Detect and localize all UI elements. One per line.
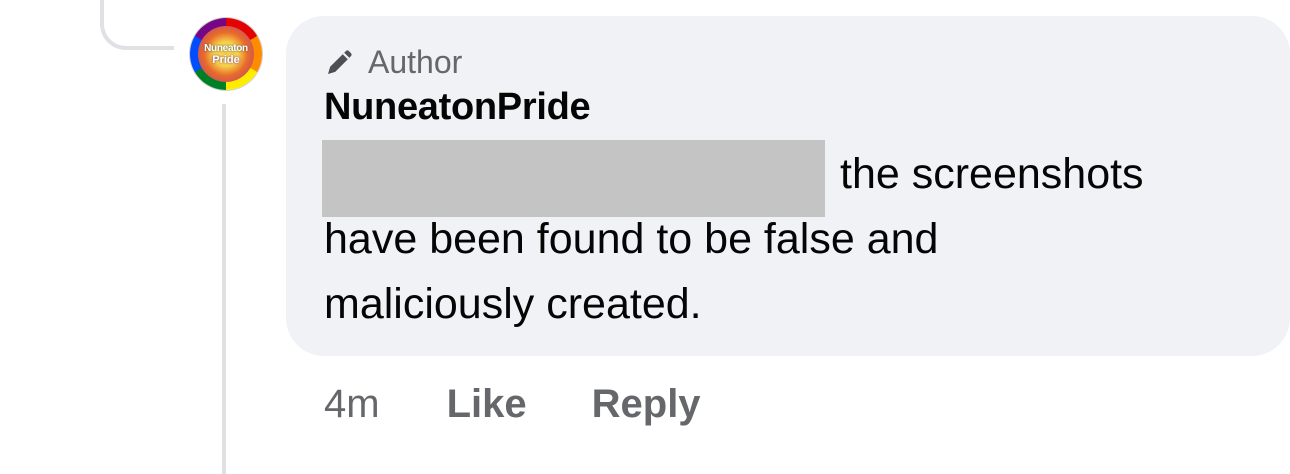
pencil-icon [328,50,352,74]
author-badge-label: Author [368,43,463,80]
reply-button[interactable]: Reply [592,382,701,427]
author-badge: Author [324,40,462,84]
avatar[interactable]: Nuneaton Pride [190,18,262,90]
avatar-logo: Nuneaton Pride [198,26,254,82]
avatar-logo-text-bottom: Pride [212,53,240,66]
thread-line [222,104,226,474]
redacted-text-block [322,140,825,217]
comment-actions: 4m Like Reply [324,376,701,432]
thread-connector [100,0,174,50]
avatar-logo-text-top: Nuneaton [204,42,248,54]
comment-author-name[interactable]: NuneatonPride [324,86,591,129]
comment-text-line-1: the screenshots [840,150,1144,198]
comment-timestamp[interactable]: 4m [324,382,380,427]
comment-text-line-2: have been found to be false and [324,215,939,263]
comment-text-line-3: maliciously created. [324,280,702,328]
like-button[interactable]: Like [447,382,527,427]
